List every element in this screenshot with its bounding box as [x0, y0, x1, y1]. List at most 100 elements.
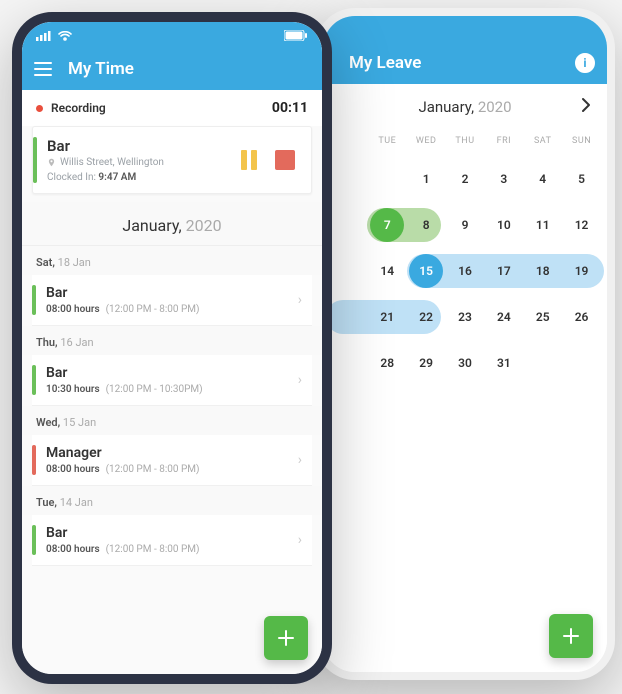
- chevron-right-icon: ›: [298, 372, 302, 388]
- day-of-week: Sat,: [36, 256, 55, 269]
- status-left: [36, 26, 72, 45]
- menu-icon[interactable]: [34, 62, 54, 76]
- recording-row: Recording 00:11: [22, 90, 322, 126]
- clocked-in-label: Clocked In:: [47, 172, 96, 183]
- time-entry[interactable]: Bar10:30 hours(12:00 PM - 10:30PM)›: [32, 355, 312, 406]
- calendar-day[interactable]: 5: [562, 156, 601, 202]
- day-date: 14 Jan: [60, 496, 93, 509]
- entry-body: Bar08:00 hours(12:00 PM - 8:00 PM): [46, 525, 298, 555]
- pause-button[interactable]: [241, 150, 257, 170]
- wifi-icon: [58, 26, 72, 45]
- time-entry[interactable]: Bar08:00 hours(12:00 PM - 8:00 PM)›: [32, 515, 312, 566]
- calendar-day: [368, 156, 407, 202]
- recording-timer: 00:11: [272, 100, 308, 116]
- calendar-day[interactable]: 14: [368, 248, 407, 294]
- calendar-day[interactable]: 12: [562, 202, 601, 248]
- day-number: 8: [423, 218, 430, 232]
- current-location-row: Willis Street, Wellington: [47, 157, 241, 168]
- calendar-day[interactable]: 25: [523, 294, 562, 340]
- month-text: January,: [122, 216, 181, 235]
- accent-bar: [32, 445, 36, 475]
- current-shift-card[interactable]: Bar Willis Street, Wellington Clocked In…: [32, 126, 312, 194]
- accent-bar: [32, 365, 36, 395]
- screen-leave: My Leave i January, 2020 MONTUEWEDTHUFRI…: [323, 16, 607, 672]
- chevron-right-icon: ›: [298, 532, 302, 548]
- header-title: My Time: [68, 59, 134, 79]
- calendar-day[interactable]: 11: [523, 202, 562, 248]
- calendar-month-nav: January, 2020: [323, 84, 607, 130]
- calendar-day[interactable]: 10: [484, 202, 523, 248]
- day-number: 3: [500, 172, 507, 186]
- month-text: January,: [418, 98, 474, 116]
- next-month-button[interactable]: [581, 97, 591, 118]
- clocked-in-time: 9:47 AM: [98, 172, 136, 183]
- accent-bar: [33, 137, 37, 183]
- calendar-day: [523, 340, 562, 386]
- calendar-day[interactable]: 9: [446, 202, 485, 248]
- calendar-day[interactable]: 3: [484, 156, 523, 202]
- time-entry[interactable]: Manager08:00 hours(12:00 PM - 8:00 PM)›: [32, 435, 312, 486]
- day-number: 26: [575, 310, 589, 324]
- day-number: 22: [419, 310, 433, 324]
- day-number: 5: [578, 172, 585, 186]
- entry-body: Manager08:00 hours(12:00 PM - 8:00 PM): [46, 445, 298, 475]
- calendar-day[interactable]: 30: [446, 340, 485, 386]
- calendar-day[interactable]: 28: [368, 340, 407, 386]
- status-right: [284, 26, 308, 45]
- day-number: 10: [497, 218, 511, 232]
- month-header: January, 2020: [22, 202, 322, 246]
- entry-sub: 08:00 hours(12:00 PM - 8:00 PM): [46, 544, 298, 555]
- recording-label: Recording: [51, 101, 106, 115]
- day-number: 14: [380, 264, 394, 278]
- day-header: Thu, 16 Jan: [22, 326, 322, 355]
- day-header: Sat, 18 Jan: [22, 246, 322, 275]
- clocked-in-row: Clocked In: 9:47 AM: [47, 172, 241, 183]
- entries-list: Sat, 18 JanBar08:00 hours(12:00 PM - 8:0…: [22, 246, 322, 566]
- day-of-week: Tue,: [36, 496, 57, 509]
- stop-button[interactable]: [275, 150, 295, 170]
- day-number: 11: [536, 218, 550, 232]
- day-number: 25: [536, 310, 550, 324]
- entry-title: Bar: [46, 365, 298, 381]
- header-time: My Time: [22, 48, 322, 90]
- day-of-week: Wed,: [36, 416, 60, 429]
- accent-bar: [32, 285, 36, 315]
- info-icon[interactable]: i: [575, 53, 595, 73]
- day-number: 2: [462, 172, 469, 186]
- weekday-label: FRI: [484, 130, 523, 156]
- phone-time: My Time Recording 00:11 Bar Willis Stree…: [12, 12, 332, 684]
- day-number: 31: [497, 356, 511, 370]
- day-number: 29: [419, 356, 433, 370]
- calendar-day[interactable]: 4: [523, 156, 562, 202]
- day-number: 28: [380, 356, 394, 370]
- day-number: 23: [458, 310, 472, 324]
- calendar-weekday-row: MONTUEWEDTHUFRISATSUN: [323, 130, 607, 156]
- leave-range-start: 15: [409, 254, 443, 288]
- chevron-right-icon: ›: [298, 452, 302, 468]
- entry-title: Bar: [46, 285, 298, 301]
- calendar-day[interactable]: 23: [446, 294, 485, 340]
- year-text: 2020: [186, 216, 222, 235]
- entry-sub: 08:00 hours(12:00 PM - 8:00 PM): [46, 464, 298, 475]
- weekday-label: THU: [446, 130, 485, 156]
- calendar-day: [562, 340, 601, 386]
- day-number: 4: [539, 172, 546, 186]
- calendar-day[interactable]: 1: [407, 156, 446, 202]
- day-number: 30: [458, 356, 472, 370]
- accent-bar: [32, 525, 36, 555]
- weekday-label: SUN: [562, 130, 601, 156]
- day-number: 24: [497, 310, 511, 324]
- calendar-day[interactable]: 2: [446, 156, 485, 202]
- calendar-day[interactable]: 26: [562, 294, 601, 340]
- calendar-day[interactable]: 29: [407, 340, 446, 386]
- fab-add-time[interactable]: [264, 616, 308, 660]
- recording-dot-icon: [36, 105, 43, 112]
- calendar-day[interactable]: 24: [484, 294, 523, 340]
- calendar-month-label: January, 2020: [418, 98, 511, 116]
- time-entry[interactable]: Bar08:00 hours(12:00 PM - 8:00 PM)›: [32, 275, 312, 326]
- battery-icon: [284, 26, 308, 45]
- calendar-day[interactable]: 31: [484, 340, 523, 386]
- fab-add-leave[interactable]: [549, 614, 593, 658]
- day-number: 1: [423, 172, 430, 186]
- screen-time: My Time Recording 00:11 Bar Willis Stree…: [22, 22, 322, 674]
